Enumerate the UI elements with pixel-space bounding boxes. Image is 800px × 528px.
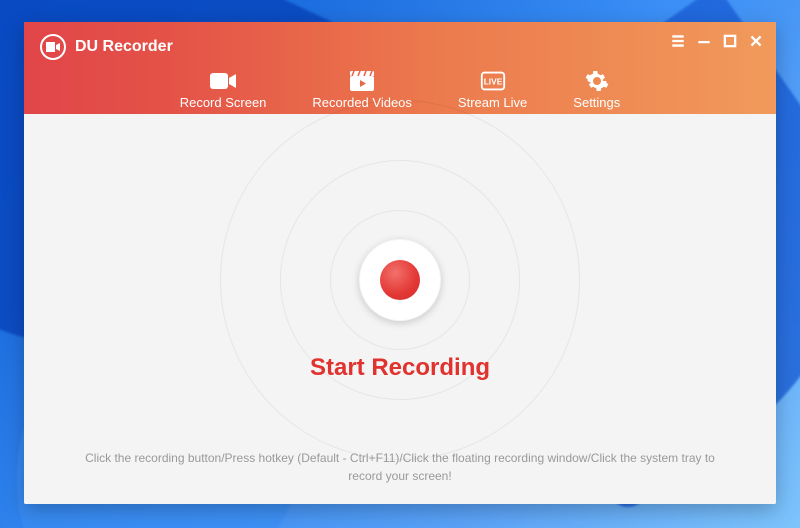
app-title: DU Recorder	[75, 38, 173, 56]
close-button[interactable]	[748, 33, 764, 49]
live-icon: LIVE	[479, 70, 507, 92]
start-recording-button[interactable]	[359, 239, 441, 321]
tab-label: Record Screen	[180, 95, 267, 110]
app-window: DU Recorder Record Screen	[24, 22, 776, 504]
tab-stream-live[interactable]: LIVE Stream Live	[458, 70, 527, 110]
window-controls	[670, 33, 764, 49]
clapper-play-icon	[348, 70, 376, 92]
maximize-button[interactable]	[722, 33, 738, 49]
instructions-text: Click the recording button/Press hotkey …	[74, 449, 726, 485]
tab-label: Settings	[573, 95, 620, 110]
tab-settings[interactable]: Settings	[573, 70, 620, 110]
nav-tabs: Record Screen Recorded Videos LIVE Strea…	[24, 70, 776, 110]
header: DU Recorder Record Screen	[24, 22, 776, 114]
tab-recorded-videos[interactable]: Recorded Videos	[312, 70, 412, 110]
main-content: Start Recording Click the recording butt…	[24, 114, 776, 504]
tab-label: Stream Live	[458, 95, 527, 110]
gear-icon	[583, 70, 611, 92]
start-recording-label: Start Recording	[24, 354, 776, 382]
tab-record-screen[interactable]: Record Screen	[180, 70, 267, 110]
camera-icon	[209, 70, 237, 92]
tab-label: Recorded Videos	[312, 95, 412, 110]
minimize-button[interactable]	[696, 33, 712, 49]
record-icon	[380, 260, 420, 300]
app-logo-icon	[40, 34, 66, 60]
svg-text:LIVE: LIVE	[483, 77, 502, 87]
brand: DU Recorder	[24, 22, 189, 72]
menu-button[interactable]	[670, 33, 686, 49]
